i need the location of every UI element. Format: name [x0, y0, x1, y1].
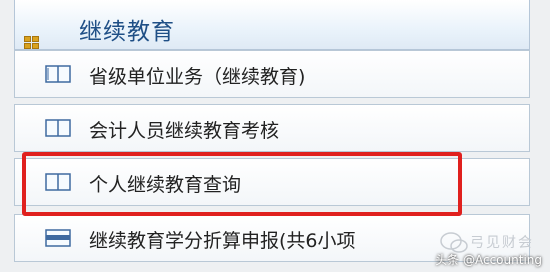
- book-icon: [45, 119, 71, 141]
- menu-item-accountant-assessment[interactable]: 会计人员继续教育考核: [14, 104, 530, 152]
- book-icon: [45, 65, 71, 87]
- section-title: 继续教育: [79, 19, 175, 45]
- list-icon: [45, 229, 71, 251]
- watermark-text: 头条 @Accounting: [435, 253, 542, 267]
- folder-icon: [24, 36, 42, 50]
- menu-item-label: 会计人员继续教育考核: [89, 120, 280, 142]
- menu-item-label: 继续教育学分折算申报(共6小项: [89, 230, 356, 252]
- menu-item-label: 省级单位业务（继续教育): [89, 66, 306, 88]
- highlight-box: [22, 152, 462, 216]
- menu-item-provincial-business[interactable]: 省级单位业务（继续教育): [14, 50, 530, 98]
- watermark-brand: 弓见财会: [470, 235, 534, 251]
- section-header: 继续教育: [14, 0, 530, 50]
